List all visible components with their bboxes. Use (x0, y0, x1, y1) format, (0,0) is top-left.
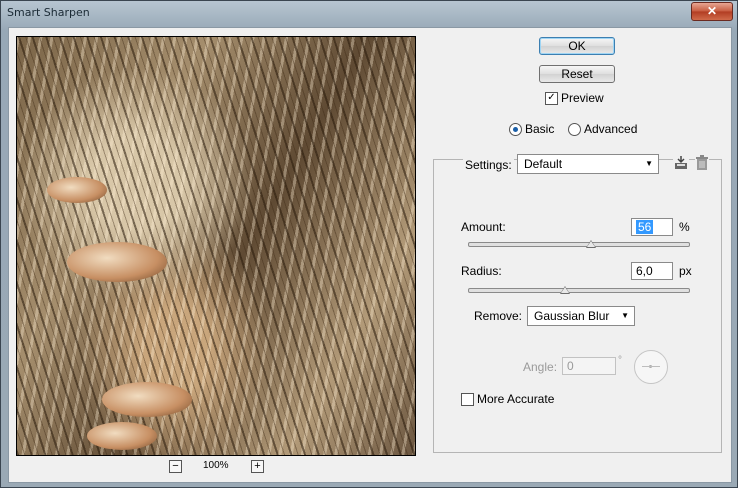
radius-slider-thumb[interactable] (559, 286, 570, 294)
radius-value: 6,0 (636, 264, 653, 278)
amount-value: 56 (636, 220, 654, 234)
reset-button[interactable]: Reset (539, 65, 615, 83)
fungus-shelf (102, 382, 192, 417)
angle-dial[interactable] (634, 350, 668, 384)
remove-value: Gaussian Blur (534, 309, 610, 323)
radius-input[interactable]: 6,0 (631, 262, 673, 280)
fungus-shelf (47, 177, 107, 203)
amount-label: Amount: (461, 220, 506, 234)
chevron-down-icon: ▼ (621, 311, 629, 320)
settings-value: Default (524, 157, 563, 171)
zoom-level: 100% (203, 460, 229, 471)
close-icon: ✕ (706, 4, 718, 18)
radius-unit: px (679, 264, 692, 278)
more-accurate-checkbox[interactable] (461, 393, 474, 406)
advanced-radio[interactable] (568, 123, 581, 136)
more-accurate-label: More Accurate (477, 392, 555, 406)
angle-value: 0 (567, 359, 574, 373)
angle-unit: ° (618, 355, 622, 366)
smart-sharpen-window: Smart Sharpen ✕ − 100% + OK Reset ✓ Prev… (0, 0, 738, 488)
check-icon: ✓ (547, 92, 556, 103)
minus-icon: − (172, 460, 179, 472)
basic-radio[interactable] (509, 123, 522, 136)
angle-input[interactable]: 0 (562, 357, 616, 375)
save-settings-icon[interactable] (673, 155, 689, 171)
window-title: Smart Sharpen (7, 6, 90, 19)
trash-icon[interactable] (695, 155, 709, 171)
fungus-shelf (67, 242, 167, 282)
preview-label: Preview (561, 91, 604, 105)
zoom-out-button[interactable]: − (169, 460, 182, 473)
ok-button[interactable]: OK (539, 37, 615, 55)
amount-slider-thumb[interactable] (586, 240, 597, 248)
remove-label: Remove: (474, 309, 523, 323)
settings-label: Settings: (463, 158, 514, 172)
preview-checkbox[interactable]: ✓ (545, 92, 558, 105)
fungus-shelf (87, 422, 157, 450)
title-bar[interactable]: Smart Sharpen ✕ (1, 1, 737, 27)
zoom-in-button[interactable]: + (251, 460, 264, 473)
dial-center (649, 365, 652, 368)
basic-label: Basic (525, 122, 555, 136)
remove-dropdown[interactable]: Gaussian Blur ▼ (527, 306, 635, 326)
advanced-label: Advanced (584, 122, 638, 136)
amount-slider-track[interactable] (468, 242, 690, 247)
plus-icon: + (254, 460, 261, 472)
radius-label: Radius: (461, 264, 502, 278)
amount-input[interactable]: 56 (631, 218, 673, 236)
dialog-client-area: − 100% + OK Reset ✓ Preview Basic Advanc… (8, 27, 732, 483)
radius-slider-track[interactable] (468, 288, 690, 293)
angle-label: Angle: (523, 360, 558, 374)
close-button[interactable]: ✕ (691, 2, 733, 21)
settings-dropdown[interactable]: Default ▼ (517, 154, 659, 174)
chevron-down-icon: ▼ (645, 159, 653, 168)
preview-image[interactable] (16, 36, 416, 456)
amount-unit: % (679, 220, 690, 234)
